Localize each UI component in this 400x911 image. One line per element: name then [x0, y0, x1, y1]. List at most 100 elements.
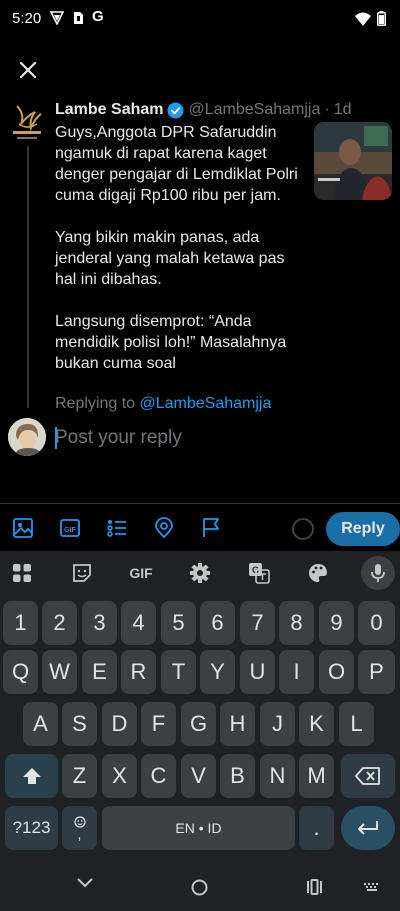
key-3[interactable]: 3	[82, 601, 117, 645]
enter-key[interactable]	[341, 806, 395, 850]
settings-gear-icon[interactable]	[188, 561, 212, 585]
enter-arrow-icon	[358, 821, 378, 835]
svg-text:GIF: GIF	[64, 527, 76, 534]
key-z[interactable]: Z	[62, 754, 97, 798]
key-1[interactable]: 1	[3, 601, 38, 645]
key-g[interactable]: G	[181, 702, 216, 746]
compose-toolbar: GIF Reply	[0, 503, 400, 551]
media-photo	[314, 122, 392, 200]
shift-key[interactable]	[5, 754, 58, 798]
key-b[interactable]: B	[220, 754, 255, 798]
lambe-saham-logo-icon	[13, 105, 42, 139]
tweet-text: Guys,Anggota DPR Safaruddin ngamuk di ra…	[55, 122, 305, 374]
key-4[interactable]: 4	[121, 601, 156, 645]
poll-icon[interactable]	[106, 517, 128, 539]
nav-back-chevron-icon[interactable]	[76, 877, 94, 889]
apps-grid-icon[interactable]	[10, 561, 34, 585]
user-avatar-image	[8, 418, 46, 456]
author-avatar[interactable]	[9, 102, 45, 142]
key-8[interactable]: 8	[279, 601, 314, 645]
nav-recents-icon[interactable]	[306, 879, 323, 895]
theme-palette-icon[interactable]	[306, 561, 330, 585]
battery-icon	[377, 11, 386, 26]
tweet-time: 1d	[333, 101, 352, 118]
comma-label: ,	[77, 826, 82, 842]
status-right-icons	[355, 11, 386, 26]
close-icon	[19, 61, 37, 79]
key-7[interactable]: 7	[240, 601, 275, 645]
google-icon: G	[92, 8, 104, 25]
key-o[interactable]: O	[319, 650, 354, 694]
location-icon[interactable]	[153, 517, 175, 539]
key-w[interactable]: W	[42, 650, 77, 694]
tweet-paragraph: Langsung disemprot: “Anda mendidik polis…	[55, 313, 287, 372]
sticker-icon[interactable]	[70, 561, 94, 585]
key-v[interactable]: V	[181, 754, 216, 798]
backspace-key[interactable]	[341, 754, 395, 798]
key-5[interactable]: 5	[161, 601, 196, 645]
key-l[interactable]: L	[339, 702, 374, 746]
key-a[interactable]: A	[23, 702, 58, 746]
key-6[interactable]: 6	[200, 601, 235, 645]
tweet-paragraph: Guys,Anggota DPR Safaruddin ngamuk di ra…	[55, 124, 298, 204]
status-time: 5:20	[12, 10, 42, 27]
key-c[interactable]: C	[141, 754, 176, 798]
replying-mention[interactable]: @LambeSahamjja	[140, 395, 272, 412]
separator-dot: ·	[324, 101, 330, 118]
key-d[interactable]: D	[102, 702, 137, 746]
character-count-ring	[292, 518, 314, 540]
key-r[interactable]: R	[121, 650, 156, 694]
key-t[interactable]: T	[161, 650, 196, 694]
tweet-media-thumbnail[interactable]	[314, 122, 392, 200]
gif-keyboard-button[interactable]: GIF	[126, 561, 156, 585]
key-9[interactable]: 9	[319, 601, 354, 645]
reply-input[interactable]	[55, 425, 375, 451]
key-q[interactable]: Q	[3, 650, 38, 694]
space-key[interactable]: EN • ID	[102, 806, 295, 850]
symbols-key[interactable]: ?123	[5, 806, 58, 850]
shift-arrow-icon	[22, 768, 41, 784]
emoji-comma-key[interactable]: ,	[62, 806, 97, 850]
key-s[interactable]: S	[62, 702, 97, 746]
key-2[interactable]: 2	[42, 601, 77, 645]
key-i[interactable]: I	[279, 650, 314, 694]
key-0[interactable]: 0	[358, 601, 395, 645]
flag-icon[interactable]	[200, 517, 222, 539]
key-n[interactable]: N	[260, 754, 295, 798]
key-k[interactable]: K	[299, 702, 334, 746]
sim-card-icon	[74, 12, 83, 24]
key-y[interactable]: Y	[200, 650, 235, 694]
nav-home-icon[interactable]	[191, 879, 208, 896]
image-icon[interactable]	[12, 517, 34, 539]
status-bar: 5:20 G	[0, 0, 400, 38]
verified-badge-icon	[167, 101, 185, 119]
key-e[interactable]: E	[82, 650, 117, 694]
key-j[interactable]: J	[260, 702, 295, 746]
key-u[interactable]: U	[240, 650, 275, 694]
replying-to: Replying to @LambeSahamjja	[55, 395, 271, 413]
translate-icon[interactable]: G	[247, 561, 271, 585]
period-key[interactable]: .	[299, 806, 334, 850]
author-name[interactable]: Lambe Saham	[55, 101, 163, 119]
vpn-shield-icon	[50, 11, 64, 25]
tweet-paragraph: Yang bikin makin panas, ada jenderal yan…	[55, 229, 285, 288]
key-p[interactable]: P	[358, 650, 395, 694]
wifi-icon	[355, 12, 371, 26]
navigation-bar	[0, 857, 400, 911]
key-x[interactable]: X	[102, 754, 137, 798]
key-m[interactable]: M	[299, 754, 334, 798]
reply-button[interactable]: Reply	[326, 512, 400, 546]
gif-icon[interactable]: GIF	[59, 517, 81, 539]
author-handle[interactable]: @LambeSahamjja	[188, 101, 320, 119]
keyboard-toolbar: GIF G	[0, 551, 400, 595]
key-h[interactable]: H	[220, 702, 255, 746]
keyboard: GIF G 1 2 3 4 5 6 7 8 9 0 Q W E R T Y U …	[0, 551, 400, 857]
close-button[interactable]	[14, 56, 42, 84]
key-f[interactable]: F	[141, 702, 176, 746]
user-avatar[interactable]	[8, 418, 46, 456]
backspace-icon	[355, 767, 380, 785]
thread-line	[27, 146, 29, 408]
keyboard-switch-icon[interactable]	[364, 883, 380, 891]
microphone-icon	[366, 561, 390, 585]
text-cursor	[55, 427, 57, 449]
